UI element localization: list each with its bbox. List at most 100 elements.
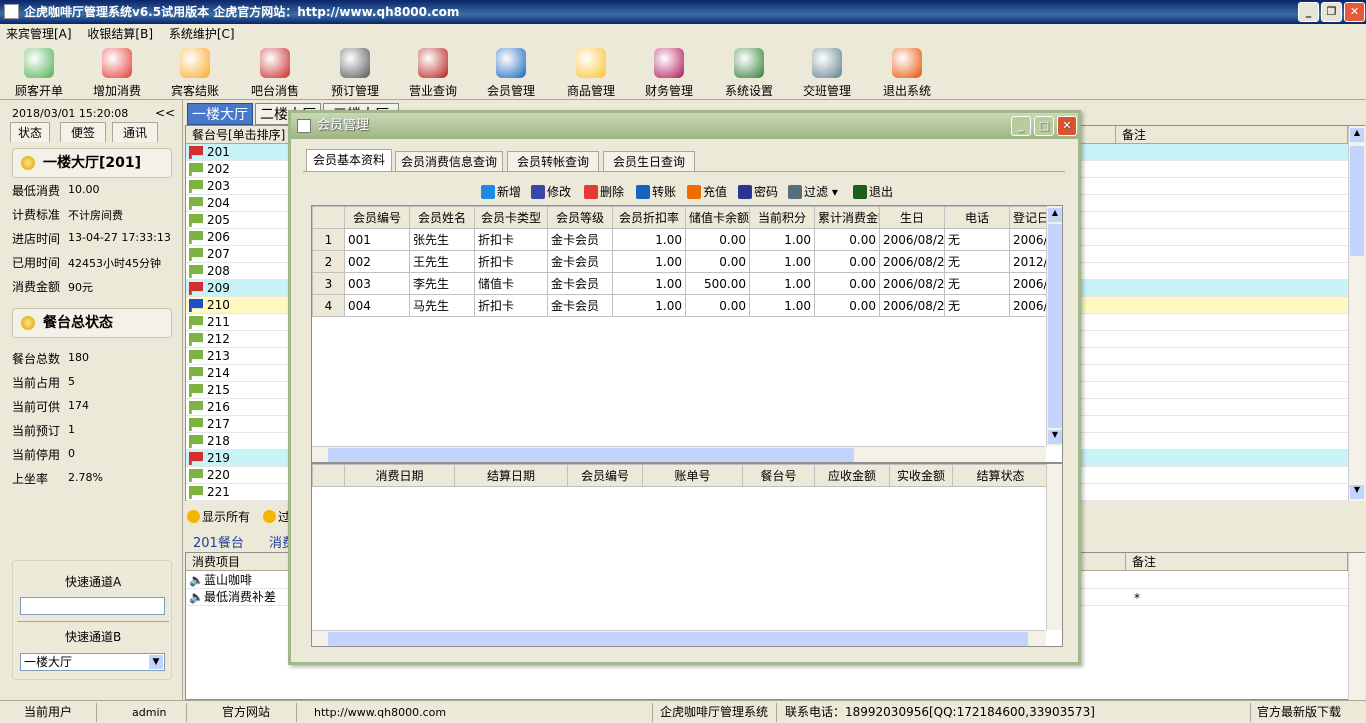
download-link[interactable]: 官方最新版下载: [1257, 704, 1341, 721]
dialog-close-button[interactable]: ✕: [1057, 116, 1077, 136]
close-button[interactable]: ✕: [1344, 2, 1365, 22]
dialog-maximize-button[interactable]: □: [1034, 116, 1054, 136]
member-col-header[interactable]: 登记日: [1009, 206, 1050, 229]
consume-table-scrollbar[interactable]: [1046, 464, 1062, 630]
consume-scrollbar[interactable]: [1348, 553, 1365, 700]
toolbar-button[interactable]: 系统设置: [714, 46, 784, 99]
minimize-button[interactable]: _: [1298, 2, 1319, 22]
hscroll-thumb[interactable]: [328, 632, 1028, 646]
tab-member-birthday[interactable]: 会员生日查询: [603, 151, 695, 172]
member-cell-total: 0.00: [814, 272, 880, 295]
dialog-tool-button[interactable]: 修改: [531, 183, 571, 201]
chevron-down-icon[interactable]: ▼: [149, 655, 163, 669]
dialog-tool-button[interactable]: 新增: [481, 183, 521, 201]
table-number: 220: [207, 468, 230, 482]
summary-value: 180: [68, 351, 89, 364]
member-col-header[interactable]: 会员姓名: [409, 206, 475, 229]
table-number: 208: [207, 264, 230, 278]
dialog-tool-label: 过滤 ▾: [804, 185, 838, 199]
member-cell-tel: 无: [944, 250, 1010, 273]
member-hscrollbar[interactable]: [312, 446, 1046, 462]
info-value: 13-04-27 17:33:13: [68, 231, 171, 244]
tab-member-consume[interactable]: 会员消费信息查询: [395, 151, 503, 172]
member-col-header[interactable]: 当前积分: [749, 206, 815, 229]
collapse-button[interactable]: <<: [155, 106, 175, 120]
toolbar-label: 系统设置: [724, 84, 773, 98]
filter-button[interactable]: 过: [263, 508, 290, 525]
dialog-tool-button[interactable]: 转账: [636, 183, 676, 201]
member-row[interactable]: 4004马先生折扣卡金卡会员1.000.001.000.002006/08/25…: [312, 294, 1052, 317]
consume-col-header[interactable]: 账单号: [642, 464, 743, 487]
member-col-header[interactable]: 储值卡余额: [685, 206, 750, 229]
menu-guest[interactable]: 来宾管理[A]: [6, 27, 72, 41]
dialog-tool-button[interactable]: 密码: [738, 183, 778, 201]
dialog-tool-button[interactable]: 删除: [584, 183, 624, 201]
scroll-thumb[interactable]: [1350, 146, 1364, 256]
scroll-down-icon[interactable]: ▼: [1350, 485, 1364, 499]
site-url[interactable]: http://www.qh8000.com: [314, 704, 446, 721]
quick-a-input[interactable]: [20, 597, 165, 615]
consume-table-hscrollbar[interactable]: [312, 630, 1046, 646]
tab-notes[interactable]: 便签: [60, 122, 106, 142]
member-col-header[interactable]: 累计消费金额: [814, 206, 880, 229]
member-col-header[interactable]: 电话: [944, 206, 1010, 229]
toolbar-button[interactable]: 退出系统: [872, 46, 942, 99]
customer-icon: [24, 48, 54, 78]
table-number: 213: [207, 349, 230, 363]
member-row[interactable]: 2002王先生折扣卡金卡会员1.000.001.000.002006/08/25…: [312, 250, 1052, 273]
toolbar-button[interactable]: 吧台消售: [240, 46, 310, 99]
toolbar-button[interactable]: 商品管理: [556, 46, 626, 99]
consume-col-header[interactable]: 应收金额: [814, 464, 890, 487]
restore-button[interactable]: ❐: [1321, 2, 1342, 22]
show-all-button[interactable]: 显示所有: [187, 508, 250, 525]
toolbar-button[interactable]: 财务管理: [634, 46, 704, 99]
table-status-icon: [189, 197, 203, 210]
scroll-up-icon[interactable]: ▲: [1350, 128, 1364, 142]
grid-scrollbar[interactable]: ▲ ▼: [1348, 126, 1365, 501]
scroll-thumb[interactable]: [1048, 224, 1062, 428]
dialog-tool-button[interactable]: 退出: [853, 183, 893, 201]
table-status-icon: [189, 333, 203, 346]
toolbar-button[interactable]: 宾客结账: [160, 46, 230, 99]
delete-icon: [584, 185, 598, 199]
member-scrollbar[interactable]: ▲ ▼: [1046, 206, 1062, 446]
col-note-header[interactable]: 备注: [1116, 126, 1348, 144]
hall-tab-1[interactable]: 一楼大厅: [187, 103, 253, 125]
dialog-tool-button[interactable]: 充值: [687, 183, 727, 201]
consume-col-header[interactable]: 结算状态: [952, 464, 1049, 487]
tab-member-basic[interactable]: 会员基本资料: [306, 149, 392, 172]
toolbar-button[interactable]: 顾客开单: [4, 46, 74, 99]
hscroll-thumb[interactable]: [328, 448, 854, 462]
consume-col-header[interactable]: 实收金额: [889, 464, 953, 487]
menu-checkout[interactable]: 收银结算[B]: [87, 27, 153, 41]
member-row[interactable]: 3 003 李先生 储值卡 金卡会员 1.00 500.00 1.00 0.00 2006/08/…: [312, 272, 1052, 295]
toolbar-button[interactable]: 交班管理: [792, 46, 862, 99]
menu-system[interactable]: 系统维护[C]: [169, 27, 235, 41]
consume-col-header[interactable]: 会员编号: [567, 464, 643, 487]
quick-b-select[interactable]: 一楼大厅 ▼: [20, 653, 165, 671]
consume-col-header[interactable]: 结算日期: [454, 464, 568, 487]
dialog-tool-label: 转账: [652, 185, 677, 199]
member-col-header[interactable]: 会员折扣率: [612, 206, 686, 229]
tab-member-transfer[interactable]: 会员转帐查询: [507, 151, 599, 172]
member-col-header[interactable]: 会员卡类型: [474, 206, 548, 229]
app-title: 企虎咖啡厅管理系统v6.5试用版本 企虎官方网站：http://www.qh80…: [24, 5, 460, 19]
tab-status[interactable]: 状态: [10, 122, 50, 142]
member-cell-reg: 2012/1: [1009, 250, 1050, 273]
dialog-minimize-button[interactable]: _: [1011, 116, 1031, 136]
consume-col-header[interactable]: 餐台号: [742, 464, 815, 487]
member-col-header[interactable]: 会员等级: [547, 206, 613, 229]
consume-col-header[interactable]: 消费日期: [344, 464, 455, 487]
member-col-header[interactable]: 会员编号: [344, 206, 410, 229]
scroll-up-icon[interactable]: ▲: [1048, 208, 1062, 222]
member-col-header[interactable]: 生日: [879, 206, 945, 229]
toolbar-button[interactable]: 营业查询: [398, 46, 468, 99]
scroll-down-icon[interactable]: ▼: [1048, 430, 1062, 444]
member-dialog: 会员管理 _ □ ✕ 会员基本资料 会员消费信息查询 会员转帐查询 会员生日查询…: [288, 110, 1081, 665]
toolbar-button[interactable]: 会员管理: [476, 46, 546, 99]
tab-comm[interactable]: 通讯: [112, 122, 158, 142]
dialog-tool-button[interactable]: 过滤 ▾: [788, 183, 838, 201]
member-row[interactable]: 1001张先生折扣卡金卡会员1.000.001.000.002006/08/25…: [312, 228, 1052, 251]
toolbar-button[interactable]: 增加消费: [82, 46, 152, 99]
toolbar-button[interactable]: 预订管理: [320, 46, 390, 99]
